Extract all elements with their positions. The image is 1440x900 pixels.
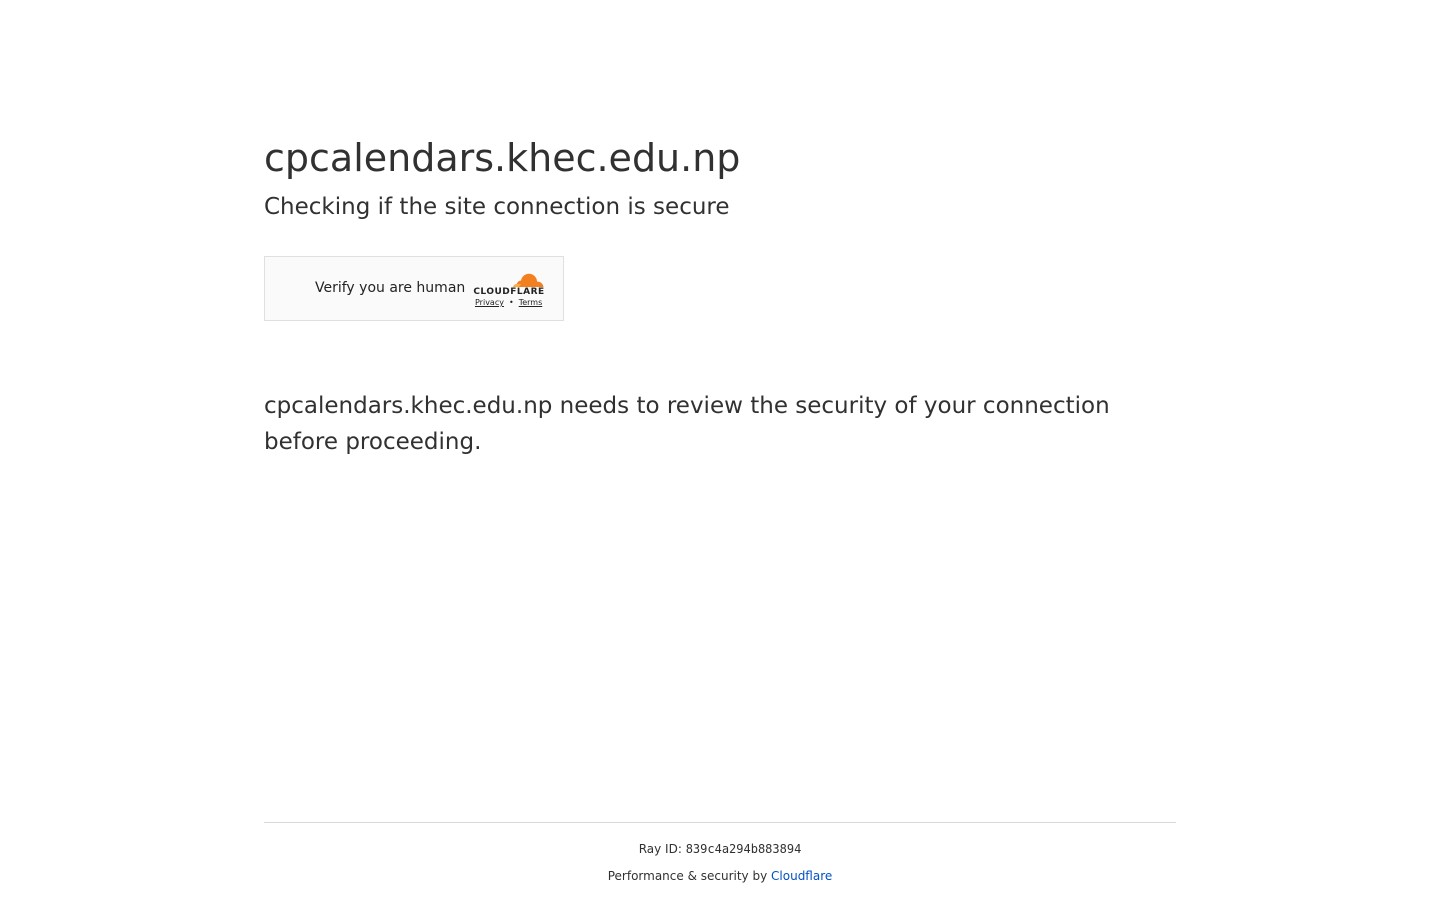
- ray-id-label: Ray ID:: [638, 842, 682, 856]
- security-message: cpcalendars.khec.edu.np needs to review …: [264, 393, 1110, 455]
- ray-id-value: 839c4a294b883894: [685, 842, 802, 856]
- cloudflare-brand: CLOUDFLARE Privacy • Terms: [469, 267, 549, 311]
- main-content: cpcalendars.khec.edu.np Checking if the …: [264, 133, 1176, 455]
- link-separator: •: [508, 298, 514, 307]
- footer: Ray ID: 839c4a294b883894 Performance & s…: [264, 822, 1176, 884]
- performance-line: Performance & security by Cloudflare: [264, 868, 1176, 884]
- ray-id-line: Ray ID: 839c4a294b883894: [264, 841, 1176, 857]
- terms-link[interactable]: Terms: [519, 298, 543, 307]
- turnstile-widget[interactable]: Verify you are human CLOUDFLARE Privacy •…: [264, 256, 564, 321]
- page-title: cpcalendars.khec.edu.np: [264, 136, 741, 180]
- cloudflare-link[interactable]: Cloudflare: [771, 869, 832, 883]
- privacy-link[interactable]: Privacy: [475, 298, 504, 307]
- widget-links: Privacy • Terms: [475, 297, 542, 309]
- verify-label[interactable]: Verify you are human: [315, 279, 465, 297]
- page-subtitle: Checking if the site connection is secur…: [264, 194, 730, 220]
- cloudflare-logo-icon: CLOUDFLARE: [473, 273, 544, 297]
- performance-text: Performance & security by: [607, 869, 768, 883]
- cloudflare-wordmark: CLOUDFLARE: [473, 287, 544, 297]
